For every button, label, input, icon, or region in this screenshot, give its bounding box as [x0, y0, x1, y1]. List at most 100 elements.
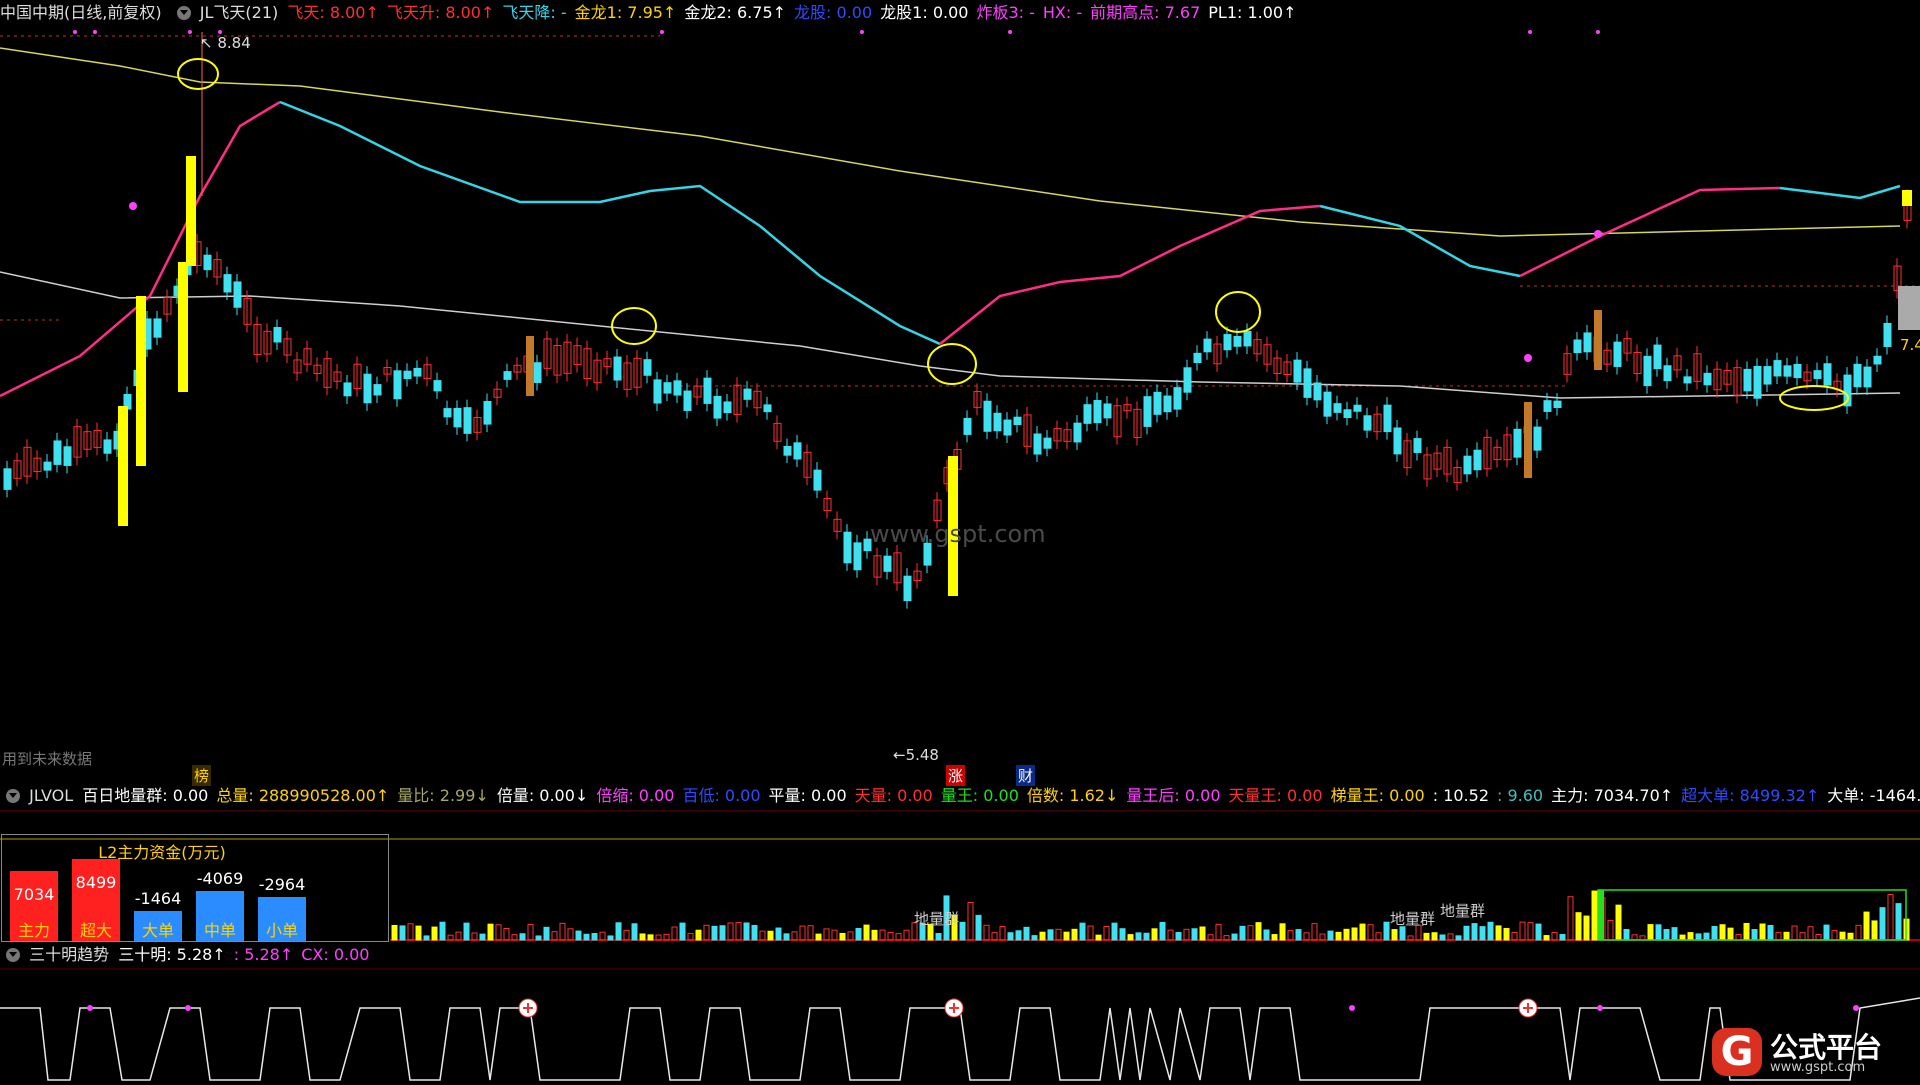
fund-panel-title: L2主力资金(万元): [98, 843, 226, 862]
volume-bar-93: [1135, 932, 1142, 941]
volume-indicator-name[interactable]: JLVOL: [29, 786, 73, 805]
candle-body-179: [1793, 363, 1802, 379]
candle-body-176: [1763, 366, 1772, 385]
volume-bar-75: [991, 932, 998, 941]
volume-bar-101: [1199, 926, 1206, 941]
volume-bar-12: [487, 923, 494, 941]
candle-body-70: [703, 377, 712, 404]
candle-body-74: [743, 388, 752, 400]
dropdown-icon[interactable]: [6, 788, 20, 803]
candle-body-177: [1773, 360, 1782, 377]
fund-bar-label-1: 超大: [79, 921, 112, 940]
candle-body-48: [483, 400, 492, 425]
trend-indicator-value-2: CX: 0.00: [301, 945, 370, 964]
volume-bar-74: [983, 924, 990, 941]
volume-bar-68: [935, 933, 942, 941]
trend-values: 三十明: 5.28↑: 5.28↑ CX: 0.00: [118, 945, 377, 964]
volume-bar-167: [1727, 927, 1734, 941]
highlight-bar-1: [136, 296, 146, 466]
volume-bar-180: [1831, 930, 1838, 941]
candle-body-151: [1513, 428, 1522, 458]
signal-circle-4: [1779, 385, 1849, 411]
top-dot-1: [93, 30, 97, 34]
highlight-brown-bar-0: [526, 336, 534, 396]
candle-body-41: [413, 367, 422, 377]
candle-body-4: [43, 461, 52, 471]
volume-bar-83: [1055, 928, 1062, 941]
volume-bar-19: [543, 926, 550, 941]
volume-indicator-value-9: 倍数: 1.62↓: [1026, 786, 1119, 805]
candle-body-170: [1703, 372, 1712, 386]
candle-body-154: [1543, 400, 1552, 412]
candle-body-104: [1043, 437, 1052, 449]
candle-body-166: [1663, 365, 1672, 382]
indicator-name[interactable]: JL飞天(21): [200, 3, 278, 22]
highlight-bar-3: [186, 156, 196, 266]
volume-bar-144: [1543, 935, 1550, 941]
volume-bar-109: [1263, 929, 1270, 941]
candle-body-72: [723, 401, 732, 414]
volume-bar-54: [823, 928, 830, 941]
volume-bar-119: [1343, 928, 1350, 941]
candle-body-23: [233, 281, 242, 308]
volume-indicator-value-14: : 9.60: [1497, 786, 1544, 805]
volume-bar-62: [887, 931, 894, 941]
volume-bar-117: [1327, 930, 1334, 941]
volume-bar-140: [1511, 931, 1518, 941]
volume-indicator-value-5: 百低: 0.00: [682, 786, 761, 805]
volume-bar-25: [591, 932, 598, 941]
candle-body-110: [1103, 403, 1112, 419]
volume-bar-92: [1127, 934, 1134, 941]
kline-chart[interactable]: [0, 26, 1920, 786]
fund-bar-0: 7034 主力: [10, 871, 58, 941]
volume-bar-32: [647, 934, 654, 941]
candle-body-117: [1173, 387, 1182, 410]
volume-bar-153: [1615, 904, 1622, 941]
trend-chart[interactable]: [0, 968, 1920, 1085]
volume-bar-150: [1591, 890, 1598, 941]
logo-mark-icon: G: [1712, 1028, 1762, 1076]
dropdown-icon[interactable]: [176, 5, 191, 20]
candle-body-65: [653, 379, 662, 404]
candle-body-168: [1683, 376, 1692, 384]
volume-bar-31: [639, 933, 646, 941]
low-volume-label-3: 地量群: [1440, 902, 1486, 920]
candle-body-161: [1613, 341, 1622, 367]
volume-bar-174: [1783, 931, 1790, 941]
fund-bar-2: -1464 大单: [134, 889, 182, 941]
volume-bar-129: [1423, 932, 1430, 941]
trend-indicator-name[interactable]: 三十明趋势: [29, 945, 109, 964]
long-ma-line: [0, 47, 1901, 237]
candle-body-0: [3, 468, 12, 490]
volume-bar-114: [1303, 932, 1310, 941]
volume-bar-76: [999, 926, 1006, 941]
candle-body-40: [403, 370, 412, 380]
dropdown-icon[interactable]: [6, 947, 20, 962]
candle-body-6: [63, 446, 72, 466]
volume-bar-4: [423, 935, 430, 941]
volume-bar-172: [1767, 924, 1774, 941]
top-dot-7: [1528, 30, 1532, 34]
volume-bar-72: [967, 901, 974, 941]
volume-bar-88: [1095, 934, 1102, 941]
volume-bar-27: [607, 935, 614, 941]
volume-bar-52: [807, 925, 814, 941]
volume-bar-148: [1575, 912, 1582, 941]
volume-bar-96: [1159, 921, 1166, 941]
volume-bar-99: [1183, 928, 1190, 941]
trend-indicator-bar: 三十明趋势 三十明: 5.28↑: 5.28↑ CX: 0.00: [0, 942, 1920, 968]
signal-circle-0: [177, 58, 219, 90]
candle-body-107: [1073, 422, 1082, 443]
trend-indicator-value-0: 三十明: 5.28↑: [118, 945, 226, 964]
volume-indicator-value-6: 平量: 0.00: [768, 786, 847, 805]
fund-bar-1: 8499 超大: [72, 859, 120, 941]
brand-logo: G 公式平台 www.gspt.com: [1712, 1024, 1916, 1080]
candle-body-135: [1353, 404, 1362, 412]
volume-bar-61: [879, 929, 886, 941]
volume-bar-11: [479, 933, 486, 941]
volume-bar-89: [1103, 925, 1110, 941]
volume-bar-58: [855, 927, 862, 941]
candle-body-187: [1873, 355, 1882, 365]
volume-bar-73: [975, 914, 982, 941]
signal-dot-1: [1524, 354, 1532, 362]
